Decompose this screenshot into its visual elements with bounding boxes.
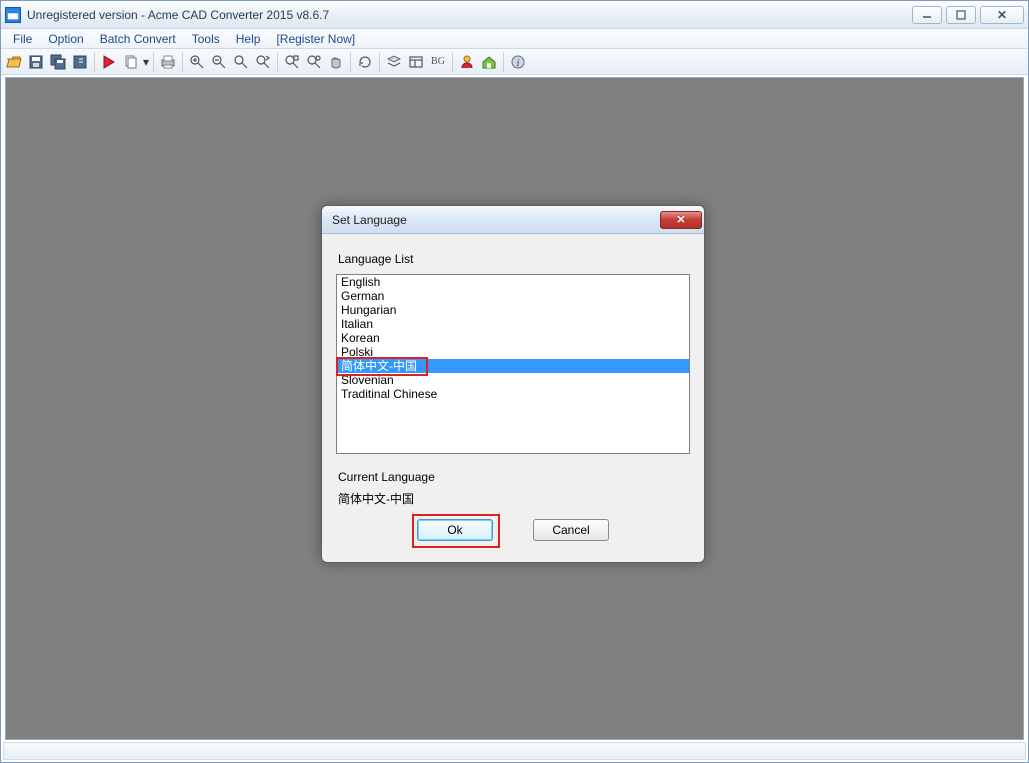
menu-file[interactable]: File	[5, 30, 40, 48]
layout-icon[interactable]	[405, 51, 427, 73]
close-button[interactable]: ✕	[980, 6, 1024, 24]
window-title: Unregistered version - Acme CAD Converte…	[27, 8, 912, 22]
save-icon[interactable]	[25, 51, 47, 73]
language-option[interactable]: Korean	[337, 331, 689, 345]
minimize-button[interactable]	[912, 6, 942, 24]
language-option[interactable]: German	[337, 289, 689, 303]
current-language-value: 简体中文-中国	[338, 490, 690, 507]
main-window: Unregistered version - Acme CAD Converte…	[0, 0, 1029, 763]
language-option[interactable]: English	[337, 275, 689, 289]
copy-dropdown-icon[interactable]: ▾	[142, 55, 150, 69]
background-button[interactable]: BG	[427, 51, 449, 73]
dialog-titlebar: Set Language ✕	[322, 206, 704, 234]
app-icon	[5, 7, 21, 23]
cancel-button[interactable]: Cancel	[533, 519, 609, 541]
dialog-button-row: Ok Cancel	[336, 519, 690, 541]
language-option[interactable]: 简体中文-中国	[337, 359, 689, 373]
print-icon[interactable]	[157, 51, 179, 73]
language-option[interactable]: Hungarian	[337, 303, 689, 317]
layers-icon[interactable]	[383, 51, 405, 73]
open-icon[interactable]	[3, 51, 25, 73]
current-language-label: Current Language	[338, 470, 690, 484]
copy-icon[interactable]	[120, 51, 142, 73]
language-option[interactable]: Traditinal Chinese	[337, 387, 689, 401]
maximize-button[interactable]	[946, 6, 976, 24]
home-icon[interactable]	[478, 51, 500, 73]
menu-help[interactable]: Help	[228, 30, 269, 48]
zoom-in-icon[interactable]	[186, 51, 208, 73]
language-option[interactable]: Italian	[337, 317, 689, 331]
dialog-title: Set Language	[332, 213, 660, 227]
titlebar: Unregistered version - Acme CAD Converte…	[1, 1, 1028, 29]
menu-batch[interactable]: Batch Convert	[92, 30, 184, 48]
statusbar	[3, 742, 1026, 760]
language-listbox[interactable]: EnglishGermanHungarianItalianKoreanPolsk…	[336, 274, 690, 454]
language-list-label: Language List	[338, 252, 690, 266]
menubar: File Option Batch Convert Tools Help [Re…	[1, 29, 1028, 49]
toolbar: ▾ BG i	[1, 49, 1028, 75]
ok-button[interactable]: Ok	[417, 519, 493, 541]
svg-text:i: i	[517, 58, 520, 69]
about-icon[interactable]: i	[507, 51, 529, 73]
zoom-extents-icon[interactable]	[303, 51, 325, 73]
zoom-window-icon[interactable]	[252, 51, 274, 73]
language-option[interactable]: Slovenian	[337, 373, 689, 387]
zoom-out-icon[interactable]	[208, 51, 230, 73]
pan-icon[interactable]	[325, 51, 347, 73]
menu-register[interactable]: [Register Now]	[268, 30, 363, 48]
save-all-icon[interactable]	[47, 51, 69, 73]
register-icon[interactable]	[456, 51, 478, 73]
menu-option[interactable]: Option	[40, 30, 91, 48]
save-as-icon[interactable]	[69, 51, 91, 73]
menu-tools[interactable]: Tools	[184, 30, 228, 48]
zoom-region-icon[interactable]	[281, 51, 303, 73]
export-pdf-icon[interactable]	[98, 51, 120, 73]
zoom-icon[interactable]	[230, 51, 252, 73]
refresh-icon[interactable]	[354, 51, 376, 73]
language-option[interactable]: Polski	[337, 345, 689, 359]
set-language-dialog: Set Language ✕ Language List EnglishGerm…	[321, 205, 705, 563]
window-buttons: ✕	[912, 6, 1024, 24]
dialog-close-button[interactable]: ✕	[660, 211, 702, 229]
